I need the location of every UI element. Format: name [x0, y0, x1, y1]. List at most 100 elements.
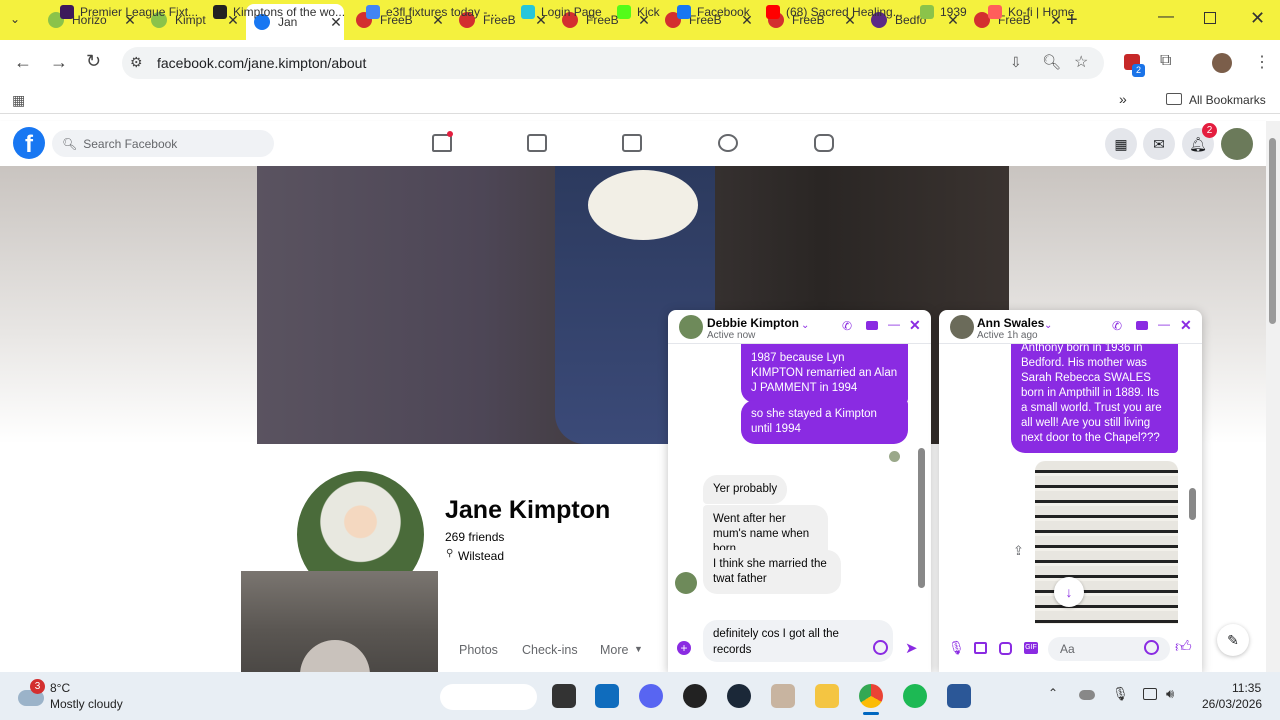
spotify-icon[interactable] — [903, 684, 927, 708]
close-window-button[interactable]: ✕ — [1250, 8, 1265, 29]
apps-grid-icon[interactable]: ▦ — [12, 92, 25, 109]
minimize-window-button[interactable]: — — [1158, 8, 1174, 26]
profile-tab-checkins[interactable]: Check-ins — [522, 643, 578, 657]
bookmark-label: Kick — [637, 5, 660, 19]
facebook-logo[interactable]: f — [13, 127, 45, 159]
bookmark-star-icon[interactable]: ☆ — [1074, 52, 1088, 72]
app-icon[interactable] — [771, 684, 795, 708]
chat1-name[interactable]: Debbie Kimpton — [707, 316, 799, 330]
profile-tab-photos[interactable]: Photos — [459, 643, 498, 657]
groups-icon[interactable] — [718, 134, 738, 152]
bookmark-item[interactable]: Facebook — [677, 5, 750, 19]
discord-icon[interactable] — [639, 684, 663, 708]
facebook-search[interactable]: 🔍︎ Search Facebook — [52, 130, 274, 157]
chat2-scrollbar[interactable] — [1189, 488, 1196, 520]
chat1-sender-avatar — [675, 572, 697, 594]
bookmark-favicon-icon — [521, 5, 535, 19]
scroll-down-arrow-icon[interactable]: ↓ — [1054, 577, 1084, 607]
chat2-share-icon[interactable]: ⇪ — [1013, 543, 1024, 559]
chat2-emoji-icon[interactable] — [1144, 640, 1159, 655]
chat2-call-icon[interactable]: ✆ — [1112, 319, 1122, 333]
outlook-icon[interactable] — [595, 684, 619, 708]
clock-date[interactable]: 26/03/2026 — [1202, 697, 1262, 711]
task-view-icon[interactable] — [552, 684, 576, 708]
bookmark-item[interactable]: e3fl fixtures today -... — [366, 5, 497, 19]
network-icon[interactable] — [1143, 688, 1157, 700]
browser-menu-icon[interactable]: ⋮ — [1254, 52, 1270, 72]
tab-search-button[interactable]: ⌄ — [10, 12, 20, 26]
microphone-icon[interactable]: 🎙︎ — [1112, 686, 1129, 702]
onedrive-icon[interactable] — [1079, 690, 1095, 700]
gaming-icon[interactable] — [814, 134, 834, 152]
all-bookmarks-folder-icon — [1166, 93, 1182, 105]
chat1-emoji-icon[interactable] — [873, 640, 888, 655]
chat1-call-icon[interactable]: ✆ — [842, 319, 852, 333]
file-explorer-icon[interactable] — [815, 684, 839, 708]
page-scrollbar[interactable] — [1269, 138, 1276, 324]
bookmark-item[interactable]: Login Page — [521, 5, 602, 19]
tray-chevron-icon[interactable]: ⌃ — [1048, 686, 1058, 700]
all-bookmarks-link[interactable]: All Bookmarks — [1189, 93, 1266, 107]
extensions-puzzle-icon[interactable]: ⧉ — [1160, 52, 1171, 70]
forward-button[interactable]: → — [50, 52, 68, 73]
url-text[interactable]: facebook.com/jane.kimpton/about — [157, 55, 366, 71]
zoom-icon[interactable]: 🔍︎ — [1042, 53, 1061, 71]
steam-icon[interactable] — [727, 684, 751, 708]
reload-button[interactable]: ↻ — [86, 51, 101, 72]
friends-count[interactable]: 269 friends — [445, 530, 504, 544]
profile-avatar[interactable] — [1212, 53, 1232, 73]
chat2-options-chevron-icon[interactable]: ⌄ — [1044, 320, 1052, 331]
chat2-close-icon[interactable]: ✕ — [1180, 317, 1192, 334]
back-button[interactable]: ← — [14, 52, 32, 73]
chat1-options-chevron-icon[interactable]: ⌄ — [801, 320, 809, 331]
profile-name: Jane Kimpton — [445, 496, 611, 524]
profile-tab-more[interactable]: More — [600, 643, 628, 657]
messenger-icon[interactable]: ✉ — [1143, 128, 1175, 160]
bookmarks-bar — [0, 86, 1280, 114]
new-message-button[interactable]: ✎ — [1217, 624, 1249, 656]
bookmark-item[interactable]: Premier League Fixt... — [60, 5, 198, 19]
chat1-minimize-icon[interactable]: — — [888, 317, 900, 331]
chatgpt-icon[interactable] — [683, 684, 707, 708]
bookmark-favicon-icon — [677, 5, 691, 19]
menu-grid-icon[interactable]: ▦ — [1105, 128, 1137, 160]
chrome-icon[interactable] — [859, 684, 883, 708]
chat1-avatar[interactable] — [679, 315, 703, 339]
chat2-video-icon[interactable] — [1136, 321, 1148, 330]
bookmark-label: Facebook — [697, 5, 750, 19]
chat1-draft-text[interactable]: definitely cos I got all the records — [713, 626, 853, 658]
chat2-avatar[interactable] — [950, 315, 974, 339]
chat1-add-icon[interactable]: + — [677, 641, 691, 655]
marketplace-icon[interactable] — [622, 134, 642, 152]
chat1-close-icon[interactable]: ✕ — [909, 317, 921, 334]
bookmark-label: Login Page — [541, 5, 602, 19]
video-icon[interactable] — [527, 134, 547, 152]
bookmark-item[interactable]: Kick — [617, 5, 660, 19]
bookmark-item[interactable]: Kimptons of the wo... — [213, 5, 345, 19]
weather-desc[interactable]: Mostly cloudy — [50, 697, 123, 711]
more-bookmarks-icon[interactable]: » — [1119, 91, 1127, 107]
site-info-icon[interactable]: ⚙ — [130, 54, 143, 71]
restore-window-button[interactable] — [1204, 12, 1216, 24]
account-avatar[interactable] — [1221, 128, 1253, 160]
clock-time[interactable]: 11:35 — [1232, 681, 1261, 695]
bookmark-item[interactable]: Ko-fi | Home — [988, 5, 1074, 19]
chat1-send-icon[interactable]: ➤ — [905, 639, 918, 657]
volume-icon[interactable]: 🔊︎ — [1166, 686, 1174, 702]
chat2-sticker-icon[interactable] — [999, 642, 1012, 655]
chat1-scrollbar[interactable] — [918, 448, 925, 588]
chat2-like-icon[interactable]: 👍︎ — [1175, 638, 1192, 657]
chat2-photo-icon[interactable] — [974, 642, 987, 654]
chat2-minimize-icon[interactable]: — — [1158, 317, 1170, 331]
chat1-video-icon[interactable] — [866, 321, 878, 330]
chat2-name[interactable]: Ann Swales — [977, 316, 1044, 330]
weather-temp[interactable]: 8°C — [50, 681, 70, 695]
more-chevron-icon: ▼ — [634, 644, 643, 654]
bookmark-item[interactable]: 1939 — [920, 5, 967, 19]
taskbar-search-box[interactable] — [440, 684, 537, 710]
bookmark-item[interactable]: (68) Sacred Healing... — [766, 5, 903, 19]
install-app-icon[interactable]: ⇩ — [1010, 54, 1022, 71]
chat2-gif-icon[interactable]: GIF — [1024, 642, 1038, 654]
chat2-mic-icon[interactable]: 🎙︎ — [948, 640, 965, 656]
remote-desktop-icon[interactable] — [947, 684, 971, 708]
